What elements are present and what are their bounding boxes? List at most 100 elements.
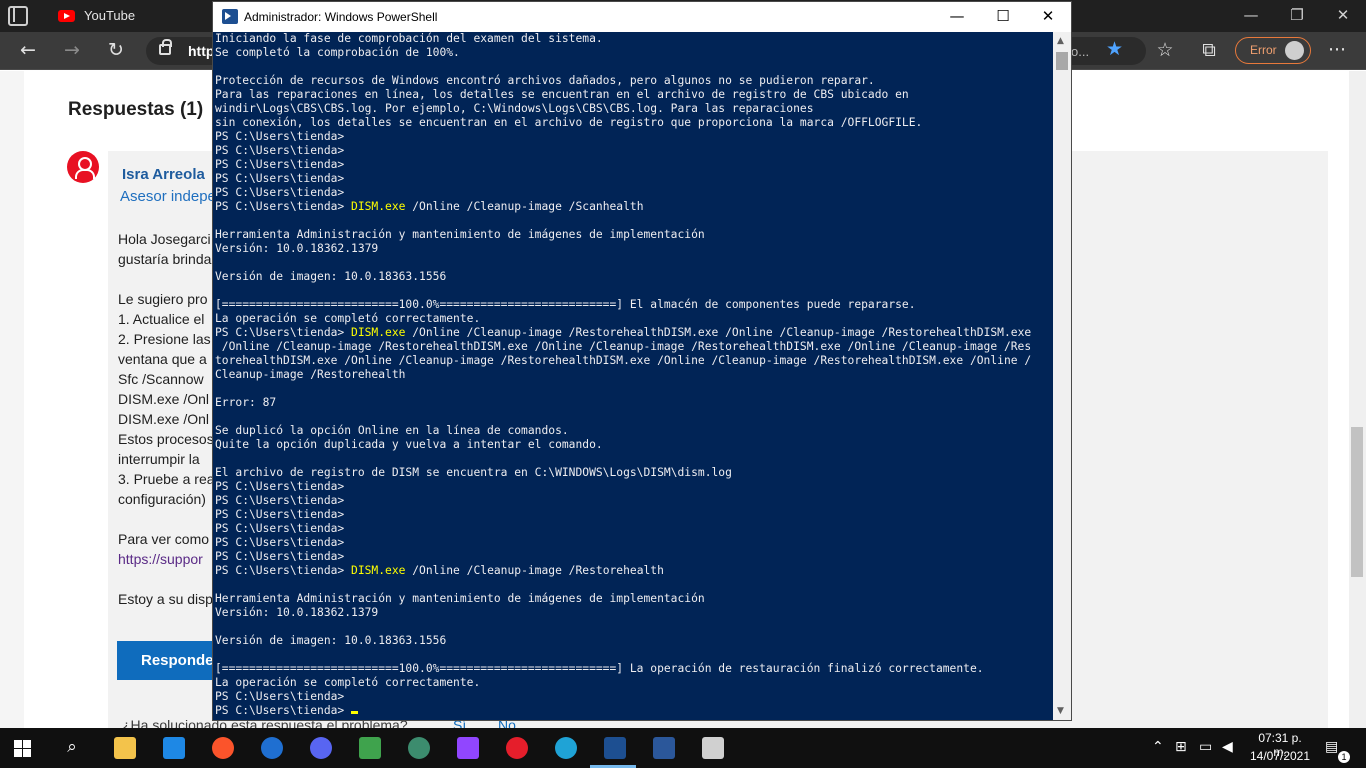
console-line: sin conexión, los detalles se encuentran… [215,116,923,129]
powershell-window[interactable]: Administrador: Windows PowerShell — ☐ ✕ … [212,1,1072,721]
answer-line: 1. Actualice el [118,311,205,327]
game-icon[interactable] [359,737,381,759]
globe-icon[interactable] [408,737,430,759]
console-line: PS C:\Users\tienda> DISM.exe /Online /Cl… [215,200,644,213]
console-line: Cleanup-image /Restorehealth [215,368,406,381]
console-line: PS C:\Users\tienda> DISM.exe /Online /Cl… [215,564,664,577]
tray-chevron-icon[interactable]: ⌃ [1152,739,1164,755]
windows-start-icon[interactable] [14,740,31,757]
forward-icon[interactable]: → [57,36,87,66]
favorite-star-icon[interactable]: ★ [1106,38,1123,60]
scroll-up-icon[interactable]: ▲ [1057,36,1064,46]
file-explorer-icon[interactable] [114,737,136,759]
console-scrollbar[interactable] [1053,32,1071,720]
user-name[interactable]: Isra Arreola [122,166,205,183]
console-line: Quite la opción duplicada y vuelva a int… [215,438,603,451]
console-line: Error: 87 [215,396,277,409]
console-line: PS C:\Users\tienda> [215,186,345,199]
refresh-icon[interactable]: ↻ [101,36,131,66]
collections-icon[interactable]: ☆ [1150,36,1180,66]
edge-icon[interactable] [555,737,577,759]
console-line: windir\Logs\CBS\CBS.log. Por ejemplo, C:… [215,102,814,115]
console-line: PS C:\Users\tienda> DISM.exe /Online /Cl… [215,326,1032,339]
tab-add-icon[interactable]: ⧉ [1194,36,1224,66]
page-scroll-thumb[interactable] [1351,427,1363,577]
word-icon[interactable] [653,737,675,759]
battery-icon[interactable]: ▭ [1199,739,1212,755]
console-line: Versión de imagen: 10.0.18363.1556 [215,634,447,647]
console-line: PS C:\Users\tienda> [215,158,345,171]
twitch-icon[interactable] [457,737,479,759]
console-line: [==========================100.0%=======… [215,662,984,675]
user-avatar-icon[interactable] [67,151,99,183]
answer-line: Estoy a su disp [118,591,213,607]
answer-line: 3. Pruebe a rea [118,471,215,487]
calculator-icon[interactable] [702,737,724,759]
console-line: Se duplicó la opción Online en la línea … [215,424,569,437]
brave-icon[interactable] [212,737,234,759]
powershell-icon[interactable] [604,737,626,759]
console-line: PS C:\Users\tienda> [215,522,345,535]
console-scroll-thumb[interactable] [1056,52,1068,70]
responses-heading: Respuestas (1) [68,99,204,120]
lock-icon[interactable] [159,39,172,55]
notification-count: 1 [1338,751,1350,763]
console-line: PS C:\Users\tienda> [215,144,345,157]
console-line: La operación se completó correctamente. [215,676,481,689]
taskbar: ⌕ ⌃ ⊞ ▭ ◀ [0,728,1366,768]
console-line: PS C:\Users\tienda> [215,130,345,143]
console-line: torehealthDISM.exe /Online /Cleanup-imag… [215,354,1032,367]
answer-line: ventana que a [118,351,207,367]
console-line: [==========================100.0%=======… [215,298,916,311]
mail-icon[interactable] [163,737,185,759]
command-name: DISM.exe [351,326,406,339]
discord-icon[interactable] [310,737,332,759]
console-line: El archivo de registro de DISM se encuen… [215,466,732,479]
command-name: DISM.exe [351,200,406,213]
minimize-icon[interactable]: — [934,2,980,32]
browser-restore-icon[interactable]: ❐ [1274,0,1320,32]
opera-icon[interactable] [506,737,528,759]
console-line: PS C:\Users\tienda> [215,550,345,563]
more-icon[interactable]: ··· [1322,36,1352,66]
console-line: PS C:\Users\tienda> [215,690,345,703]
tab-title[interactable]: YouTube [84,8,135,23]
maximize-icon[interactable]: ☐ [980,2,1026,32]
answer-line: Para ver como [118,531,210,547]
browser-minimize-icon[interactable]: — [1228,0,1274,32]
back-icon[interactable]: ← [13,36,43,66]
scroll-down-icon[interactable]: ▼ [1057,706,1064,716]
tab-actions-icon[interactable] [8,6,28,26]
clock-date[interactable]: 14/07/2021 [1248,749,1312,763]
volume-icon[interactable]: ◀ [1222,739,1233,755]
page-margin [0,71,24,728]
browser-close-icon[interactable]: ✕ [1320,0,1366,32]
close-icon[interactable]: ✕ [1025,2,1071,32]
page-scrollbar[interactable] [1349,71,1366,728]
url-tail[interactable]: o... [1071,44,1089,59]
answer-line: configuración) [118,491,206,507]
reply-button[interactable]: Responder [117,641,227,680]
console-line: /Online /Cleanup-image /RestorehealthDIS… [215,340,1032,353]
powershell-icon [222,9,238,24]
search-icon[interactable]: ⌕ [58,735,86,761]
user-role[interactable]: Asesor indepe [120,188,216,205]
console-output[interactable]: Iniciando la fase de comprobación del ex… [215,32,1053,720]
answer-line[interactable]: https://suppor [118,551,203,567]
powershell-titlebar[interactable]: Administrador: Windows PowerShell — ☐ ✕ [213,2,1071,32]
profile-button[interactable]: Error [1235,37,1311,64]
answer-line: Sfc /Scannow [118,371,204,387]
console-line: PS C:\Users\tienda> [215,172,345,185]
network-icon[interactable]: ⊞ [1175,739,1187,755]
calculator-app-icon[interactable] [261,737,283,759]
notifications-icon[interactable]: ▤ [1325,739,1338,755]
powershell-title: Administrador: Windows PowerShell [244,10,438,24]
console-line: Versión: 10.0.18362.1379 [215,606,379,619]
console-line: Iniciando la fase de comprobación del ex… [215,32,603,45]
console-line: Herramienta Administración y mantenimien… [215,592,705,605]
